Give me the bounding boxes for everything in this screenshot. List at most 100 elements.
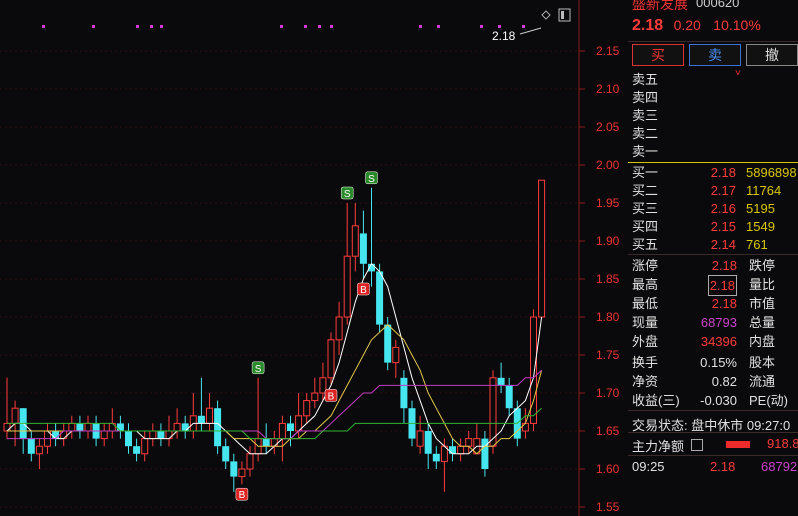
panel-toggle-icon[interactable] — [558, 8, 571, 22]
buy-button[interactable]: 买 — [632, 44, 684, 66]
candle[interactable] — [392, 346, 400, 364]
stat-row: 净资 0.82 流通 — [628, 372, 798, 391]
list-icon[interactable] — [691, 439, 703, 451]
event-dot[interactable] — [136, 25, 139, 28]
candle[interactable] — [35, 445, 43, 455]
candle[interactable] — [538, 179, 546, 318]
candle[interactable] — [11, 407, 19, 424]
candle[interactable] — [327, 339, 335, 379]
candlestick-chart[interactable]: B S B S B S 2.15 2.10 2.05 2.00 1.95 1.90 1.85 1.80 1… — [0, 0, 628, 516]
bid-row[interactable]: 买一 2.18 5896898 — [628, 164, 798, 182]
candle[interactable] — [489, 377, 497, 447]
candle[interactable] — [116, 423, 124, 431]
candle[interactable] — [222, 446, 230, 462]
event-dot[interactable] — [92, 25, 95, 28]
ask-row[interactable]: 卖四 — [628, 89, 798, 107]
candle[interactable] — [343, 255, 351, 318]
candle[interactable] — [76, 423, 84, 431]
event-dot[interactable] — [419, 25, 422, 28]
event-dot[interactable] — [150, 25, 153, 28]
candle[interactable] — [351, 225, 359, 257]
stock-code: 000620 — [696, 0, 740, 10]
event-dot[interactable] — [280, 25, 283, 28]
candle[interactable] — [52, 431, 60, 439]
candle[interactable] — [157, 431, 165, 439]
candle[interactable] — [505, 385, 513, 409]
y-tick-label: 1.70 — [596, 386, 620, 400]
ask-row[interactable]: 卖五 — [628, 71, 798, 89]
candle[interactable] — [278, 422, 286, 440]
candle[interactable] — [141, 438, 149, 455]
candle[interactable] — [173, 422, 181, 432]
candle[interactable] — [521, 422, 529, 432]
candle[interactable] — [376, 271, 384, 325]
candle[interactable] — [125, 431, 132, 447]
candle[interactable] — [214, 408, 222, 447]
candle[interactable] — [108, 422, 116, 432]
event-dot[interactable] — [160, 25, 163, 28]
candle[interactable] — [197, 415, 205, 424]
candle[interactable] — [238, 468, 246, 478]
divider — [628, 254, 798, 255]
candle[interactable] — [400, 377, 408, 409]
ask-row[interactable]: 卖二 — [628, 125, 798, 143]
candles[interactable] — [3, 179, 546, 492]
candle[interactable] — [465, 438, 473, 447]
ask-row[interactable]: 卖三 — [628, 107, 798, 125]
candle[interactable] — [246, 453, 254, 470]
bid-row[interactable]: 买五 2.14 761 — [628, 236, 798, 254]
candle[interactable] — [449, 446, 456, 454]
candle[interactable] — [100, 430, 108, 440]
main-flow-row[interactable]: 主力净额 918.8 — [628, 436, 798, 454]
candle[interactable] — [60, 430, 68, 440]
candle[interactable] — [27, 438, 35, 454]
price-line: 2.18 0.20 10.10% — [632, 17, 761, 35]
candle[interactable] — [311, 392, 319, 402]
stat-row: 最低 2.18 市值 — [628, 294, 798, 313]
event-dot[interactable] — [437, 25, 440, 28]
candle[interactable] — [262, 438, 270, 447]
sell-button[interactable]: 卖 — [689, 44, 741, 66]
event-dot[interactable] — [318, 25, 321, 28]
candle[interactable] — [165, 430, 173, 440]
candle[interactable] — [287, 423, 294, 431]
candle[interactable] — [457, 445, 465, 455]
candle[interactable] — [303, 400, 311, 417]
candle[interactable] — [149, 430, 157, 440]
bid-row[interactable]: 买四 2.15 1549 — [628, 218, 798, 236]
candle[interactable] — [497, 377, 505, 386]
stat-label: 量比 — [749, 277, 776, 292]
candle[interactable] — [335, 316, 343, 341]
candle[interactable] — [230, 461, 238, 477]
bid-row[interactable]: 买三 2.16 5195 — [628, 200, 798, 218]
cancel-order-button[interactable]: 撤 — [746, 44, 798, 66]
stat-row: 外盘 34396 内盘 — [628, 332, 798, 351]
candle[interactable] — [359, 233, 367, 264]
tick-time: 09:25 — [632, 459, 665, 474]
ask-row[interactable]: 卖一 — [628, 143, 798, 161]
candle[interactable] — [206, 407, 213, 424]
stat-label: 市值 — [749, 296, 776, 311]
candle[interactable] — [481, 438, 489, 469]
event-dot[interactable] — [522, 25, 525, 28]
candle[interactable] — [84, 422, 92, 432]
y-tick-label: 2.00 — [596, 158, 620, 172]
candle[interactable] — [270, 438, 278, 447]
event-dot[interactable] — [304, 25, 307, 28]
event-dot[interactable] — [42, 25, 45, 28]
candle[interactable] — [424, 431, 432, 454]
candle[interactable] — [68, 422, 76, 432]
bid-row[interactable]: 买二 2.17 11764 — [628, 182, 798, 200]
event-dot[interactable] — [498, 25, 501, 28]
candle[interactable] — [416, 430, 424, 447]
candle[interactable] — [181, 423, 189, 431]
event-dot[interactable] — [330, 25, 333, 28]
candle[interactable] — [432, 453, 440, 462]
candle[interactable] — [384, 324, 392, 363]
diamond-icon[interactable] — [541, 10, 551, 20]
event-dot[interactable] — [480, 25, 483, 28]
candle[interactable] — [3, 422, 11, 432]
stat-label: PE(动) — [749, 393, 789, 408]
candle[interactable] — [133, 446, 141, 454]
stat-label: 股本 — [749, 355, 776, 370]
